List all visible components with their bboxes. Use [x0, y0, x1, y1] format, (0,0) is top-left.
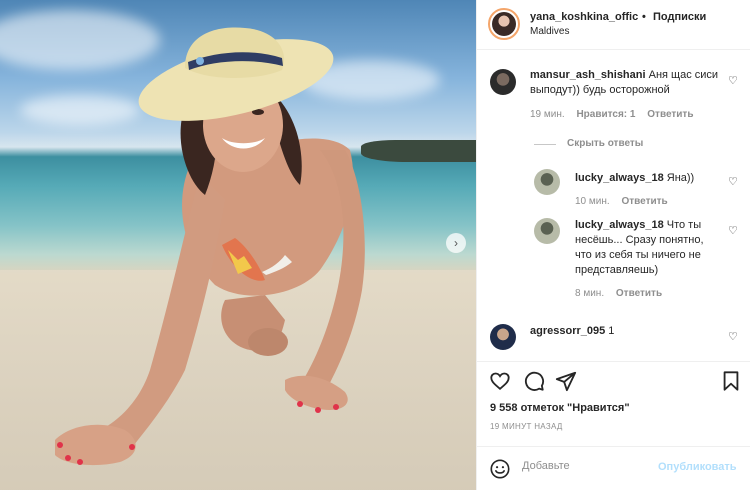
emoji-icon[interactable]: [489, 458, 511, 480]
heart-icon[interactable]: ♡: [728, 74, 738, 87]
post-time[interactable]: 19 МИНУТ НАЗАД: [490, 422, 563, 431]
heart-icon[interactable]: ♡: [728, 224, 738, 237]
comment-body: Яна)): [666, 172, 695, 184]
comment-meta: 10 мин. Ответить: [575, 196, 677, 207]
bookmark-icon[interactable]: [720, 370, 742, 392]
reply-button[interactable]: Ответить: [616, 288, 662, 299]
comment-username[interactable]: lucky_always_18: [575, 219, 664, 231]
comment-likes[interactable]: Нравится: 1: [576, 109, 635, 120]
comments-list: mansur_ash_shishani Аня щас сиси выподут…: [477, 51, 750, 361]
comment-meta: 8 мин. Ответить: [575, 288, 671, 299]
comment-username[interactable]: agressorr_095: [530, 325, 605, 337]
comment-username[interactable]: mansur_ash_shishani: [530, 69, 646, 81]
post-photo[interactable]: ›: [0, 0, 476, 490]
reply-button[interactable]: Ответить: [621, 196, 667, 207]
reply-button[interactable]: Ответить: [647, 109, 693, 120]
comment-time[interactable]: 8 мин.: [575, 288, 604, 299]
heart-icon[interactable]: [489, 370, 511, 392]
add-comment-bar: Опубликовать: [477, 446, 750, 490]
post-header: yana_koshkina_offic • Подписки Maldives: [477, 0, 750, 50]
following-button[interactable]: Подписки: [653, 11, 706, 23]
comment-time[interactable]: 10 мин.: [575, 196, 610, 207]
next-photo-button[interactable]: ›: [446, 233, 466, 253]
comment-text: agressorr_095 1: [530, 324, 720, 339]
author-avatar[interactable]: [488, 8, 520, 40]
instagram-post-modal: › yana_koshkina_offic • Подписки Maldive…: [0, 0, 750, 490]
comment-input[interactable]: [522, 460, 652, 472]
share-icon[interactable]: [555, 370, 577, 392]
publish-button[interactable]: Опубликовать: [658, 461, 737, 473]
header-separator: •: [642, 11, 646, 23]
likes-count[interactable]: 9 558 отметок "Нравится": [490, 402, 630, 414]
heart-icon[interactable]: ♡: [728, 330, 738, 343]
comment-meta: 19 мин. Нравится: 1 Ответить: [530, 109, 702, 120]
post-side-panel: yana_koshkina_offic • Подписки Maldives …: [476, 0, 750, 490]
commenter-avatar[interactable]: [490, 324, 516, 350]
commenter-avatar[interactable]: [534, 169, 560, 195]
woman-figure: [55, 27, 365, 466]
post-location[interactable]: Maldives: [530, 26, 569, 37]
author-username[interactable]: yana_koshkina_offic: [530, 11, 640, 23]
comment-icon[interactable]: [523, 370, 545, 392]
comment-text: lucky_always_18 Яна)): [575, 171, 720, 186]
heart-icon[interactable]: ♡: [728, 175, 738, 188]
comment-text: lucky_always_18 Что ты несёшь... Сразу п…: [575, 218, 720, 278]
commenter-avatar[interactable]: [534, 218, 560, 244]
chevron-right-icon: ›: [454, 236, 458, 250]
hide-replies-button[interactable]: Скрыть ответы: [567, 138, 643, 149]
comment-text: mansur_ash_shishani Аня щас сиси выподут…: [530, 68, 720, 98]
replies-divider: [534, 144, 556, 145]
comment-username[interactable]: lucky_always_18: [575, 172, 664, 184]
comment-time[interactable]: 19 мин.: [530, 109, 565, 120]
comment-body: 1: [608, 325, 615, 337]
commenter-avatar[interactable]: [490, 69, 516, 95]
